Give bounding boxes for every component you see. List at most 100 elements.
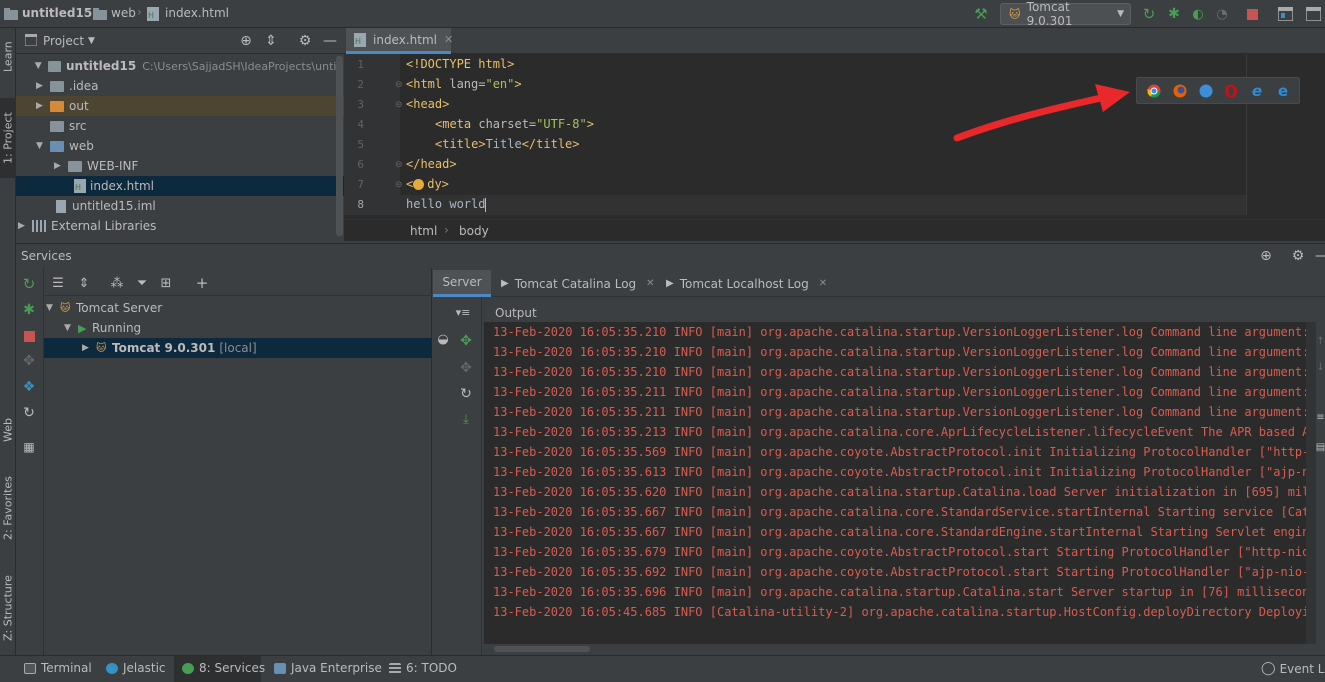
fold-marker-icon[interactable]: ⊖	[395, 160, 403, 170]
download-icon[interactable]: ⤓	[458, 411, 474, 427]
tab-server[interactable]: Server	[433, 270, 491, 297]
filter-icon[interactable]: ⏷	[134, 275, 150, 291]
code-line[interactable]: < dy>	[406, 174, 449, 194]
close-icon[interactable]: ✕	[444, 33, 453, 46]
tool-tab-web[interactable]: Web	[0, 408, 16, 453]
tool-tab-project[interactable]: 1: Project	[0, 98, 16, 178]
service-running-group[interactable]: ▼ ▶ Running	[44, 318, 432, 338]
tree-item-iml[interactable]: untitled15.iml	[16, 196, 344, 216]
intention-bulb-icon[interactable]	[413, 174, 427, 194]
layout-icon[interactable]: ▦	[21, 439, 37, 455]
code-line[interactable]: <meta charset="UTF-8">	[435, 114, 594, 134]
debug-bug-icon[interactable]: ✱	[21, 302, 37, 318]
hide-panel-icon[interactable]: —	[322, 33, 338, 49]
hide-panel-icon[interactable]: —	[1314, 248, 1325, 264]
maximize-icon[interactable]	[1305, 6, 1321, 22]
tool-tab-java-enterprise[interactable]: Java Enterprise	[274, 661, 382, 675]
tree-item-project-root[interactable]: ▼ untitled15 C:\Users\SajjadSH\IdeaProje…	[16, 56, 344, 76]
tool-tab-structure[interactable]: Z: Structure	[0, 568, 16, 648]
code-line[interactable]: <!DOCTYPE html>	[406, 54, 514, 74]
tree-item-external-libraries[interactable]: ▶ External Libraries	[16, 216, 344, 236]
code-line[interactable]: <head>	[406, 94, 449, 114]
tree-item-idea[interactable]: ▶ .idea	[16, 76, 344, 96]
tab-index-html[interactable]: H index.html ✕	[346, 28, 453, 54]
tool-tab-todo[interactable]: 6: TODO	[389, 661, 457, 675]
crumb-body[interactable]: body	[459, 224, 489, 238]
service-tomcat-instance[interactable]: ▶ 🐱 Tomcat 9.0.301 [local]	[44, 338, 432, 358]
service-tomcat-server[interactable]: ▼ 🐱 Tomcat Server	[44, 298, 432, 318]
collapse-all-icon[interactable]: ⇕	[76, 275, 92, 291]
run-config-select[interactable]: 🐱 Tomcat 9.0.301 ▼	[1000, 0, 1131, 28]
edge-icon[interactable]: e	[1275, 82, 1291, 100]
safari-icon[interactable]	[1198, 83, 1214, 99]
stop-icon[interactable]	[22, 329, 36, 343]
build-hammer-icon[interactable]: ⚒	[972, 5, 990, 23]
tree-item-out[interactable]: ▶ out	[16, 96, 344, 116]
undeploy-icon[interactable]: ✥	[458, 360, 474, 376]
deploy-icon[interactable]: ✥	[21, 353, 37, 369]
breadcrumb-file[interactable]: index.html	[165, 6, 229, 20]
debug-bug-icon[interactable]: ✱	[1166, 6, 1182, 22]
add-service-icon[interactable]: +	[194, 275, 210, 291]
tab-catalina-log[interactable]: ▶ Tomcat Catalina Log ✕	[501, 270, 655, 297]
tool-tab-label: Jelastic	[123, 661, 166, 675]
log-horizontal-scrollbar[interactable]	[494, 646, 590, 652]
breadcrumb-project[interactable]: untitled15	[22, 6, 92, 20]
collapse-all-icon[interactable]: ⇕	[263, 33, 279, 49]
scroll-up-icon[interactable]: ↑	[1316, 336, 1325, 348]
gear-icon[interactable]: ⚙	[297, 33, 313, 49]
locate-icon[interactable]: ⊕	[1258, 248, 1274, 264]
code-line[interactable]: </head>	[406, 154, 457, 174]
project-structure-icon[interactable]	[1277, 6, 1293, 22]
tool-tab-favorites[interactable]: 2: Favorites	[0, 468, 16, 548]
close-icon[interactable]: ✕	[646, 278, 654, 289]
tree-item-web[interactable]: ▼ web	[16, 136, 344, 156]
code-line[interactable]: <title>Title</title>	[435, 134, 580, 154]
refresh-icon[interactable]: ↻	[458, 386, 474, 402]
tree-item-web-inf[interactable]: ▶ WEB-INF	[16, 156, 344, 176]
stop-icon[interactable]	[1245, 7, 1259, 21]
crumb-html[interactable]: html	[410, 224, 437, 238]
tool-tab-event-log[interactable]: ◯ Event Log	[1261, 661, 1325, 676]
log-console[interactable]: 13-Feb-2020 16:05:35.210 INFO [main] org…	[484, 322, 1306, 644]
scroll-down-icon[interactable]: ↓	[1316, 362, 1325, 374]
ie-icon[interactable]: e	[1249, 82, 1265, 100]
code-line[interactable]: hello world	[406, 194, 487, 214]
deploy-icon[interactable]: ✥	[458, 333, 474, 349]
coverage-icon[interactable]: ◐	[1190, 6, 1206, 22]
fold-marker-icon[interactable]: ⊖	[395, 100, 403, 110]
project-view-title[interactable]: Project	[43, 34, 84, 48]
tree-item-src[interactable]: src	[16, 116, 344, 136]
tool-tab-services[interactable]: 8: Services	[182, 661, 265, 675]
project-scrollbar[interactable]	[336, 56, 343, 236]
rerun-icon[interactable]: ↻	[21, 276, 37, 292]
gear-icon[interactable]: ⚙	[1290, 248, 1306, 264]
artifact-icon[interactable]: ❖	[21, 379, 37, 395]
tool-tab-learn[interactable]: Learn	[0, 32, 16, 82]
profile-icon[interactable]: ◔	[1214, 6, 1230, 22]
firefox-icon[interactable]	[1172, 83, 1188, 99]
tool-tab-terminal[interactable]: Terminal	[24, 661, 92, 675]
chevron-down-icon[interactable]: ▼	[88, 36, 95, 46]
new-tab-icon[interactable]: ⊞	[158, 275, 174, 291]
tree-item-index-html[interactable]: H index.html	[16, 176, 344, 196]
close-icon[interactable]: ✕	[819, 278, 827, 289]
print-icon[interactable]: ▤	[1316, 442, 1325, 454]
group-by-icon[interactable]: ⁂	[109, 275, 125, 291]
soft-wrap-icon[interactable]: ≡	[1316, 412, 1325, 424]
fold-marker-icon[interactable]: ⊖	[395, 180, 403, 190]
pin-icon[interactable]: ◒	[435, 331, 451, 347]
locate-file-icon[interactable]: ⊕	[238, 33, 254, 49]
refresh-icon[interactable]: ↻	[21, 405, 37, 421]
tool-tab-jelastic[interactable]: Jelastic	[106, 661, 166, 675]
opera-icon[interactable]	[1223, 83, 1239, 99]
breadcrumb-folder[interactable]: web	[111, 6, 136, 20]
tab-localhost-log[interactable]: ▶ Tomcat Localhost Log ✕	[666, 270, 827, 297]
log-vertical-scrollbar[interactable]	[1306, 322, 1316, 644]
code-line[interactable]: <html lang="en">	[406, 74, 522, 94]
expand-all-icon[interactable]: ☰	[50, 275, 66, 291]
output-options-icon[interactable]: ▾≡	[453, 305, 473, 319]
fold-marker-icon[interactable]: ⊖	[395, 80, 403, 90]
chrome-icon[interactable]	[1146, 83, 1162, 99]
rerun-icon[interactable]: ↻	[1141, 6, 1157, 22]
